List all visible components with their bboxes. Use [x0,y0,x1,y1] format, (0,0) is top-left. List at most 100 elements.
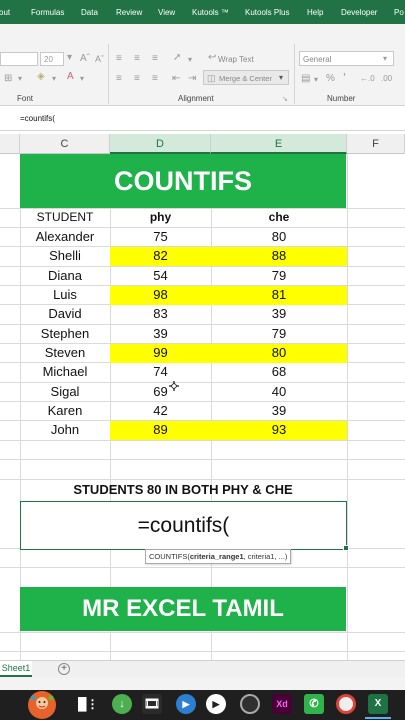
number-format-select[interactable]: General ▾ [299,51,394,66]
font-size-box[interactable]: 20 [40,52,64,66]
che-score: 81 [271,287,287,302]
font-color-dropdown-icon[interactable]: ▾ [80,74,84,84]
title-banner: COUNTIFS [20,154,346,208]
ribbon-separator [294,44,295,104]
tab-formulas[interactable]: Formulas [31,8,64,17]
wrap-text-icon[interactable]: ↩ [208,53,216,63]
ribbon-separator [108,44,109,104]
question-label: STUDENTS 80 IN BOTH PHY & CHE [73,482,293,497]
align-center-icon[interactable]: ≡ [134,74,140,84]
tab-kutools-plus[interactable]: Kutools Plus [245,8,289,17]
add-sheet-button[interactable]: + [58,663,70,675]
orientation-icon[interactable]: ➚ [173,53,181,63]
merge-center-button[interactable]: ◫ Merge & Center ▾ [203,70,289,85]
ribbon-tabs: out Formulas Data Review View Kutools ™ … [0,0,405,24]
torrent-icon[interactable]: ↓ [112,694,132,714]
group-number-label: Number [327,94,356,103]
align-bottom-icon[interactable]: ≡ [152,54,158,64]
accounting-format-icon[interactable]: ▤ [301,74,310,84]
increase-indent-icon[interactable]: ⇥ [188,74,196,84]
select-all-corner[interactable] [0,134,20,154]
increase-font-icon[interactable]: Aˆ [80,54,90,64]
align-top-icon[interactable]: ≡ [116,54,122,64]
column-header-e[interactable]: E [211,134,347,154]
student-name: David [48,306,82,321]
windows-taskbar: █⋮ ↓ 🎞 ▶ ▶ Xd ✆ X [0,690,405,720]
mascot-icon[interactable] [28,691,56,719]
phy-score: 74 [153,364,168,379]
phy-score: 39 [153,326,168,341]
mouse-cursor-icon [169,381,179,391]
header-che: che [268,210,290,224]
font-color-icon[interactable]: A [67,72,74,82]
grid-line [347,154,348,660]
chrome-icon[interactable] [336,694,356,714]
number-format-dropdown-icon: ▾ [383,54,388,63]
tab-data[interactable]: Data [81,8,98,17]
align-left-icon[interactable]: ≡ [116,74,122,84]
formula-input-cell[interactable]: =countifs( [20,501,347,550]
play-icon[interactable]: ▶ [206,694,226,714]
accounting-dropdown-icon[interactable]: ▾ [314,75,318,85]
orientation-dropdown-icon[interactable]: ▾ [188,55,192,65]
alignment-launcher-icon[interactable]: ↘ [282,95,288,105]
phy-score: 82 [153,248,168,263]
tooltip-function-name: COUNTIFS( [149,552,190,561]
align-right-icon[interactable]: ≡ [152,74,158,84]
phy-score: 54 [153,268,168,283]
increase-decimal-icon[interactable]: ←.0 [360,74,375,84]
adobe-xd-icon[interactable]: Xd [272,694,292,714]
excel-icon[interactable]: X [368,694,388,714]
grid-line [0,632,405,633]
phone-link-icon[interactable]: ✆ [304,694,324,714]
tab-power[interactable]: Po [394,8,404,17]
font-name-box[interactable] [0,52,38,66]
function-tooltip[interactable]: COUNTIFS(criteria_range1, criteria1, ...… [145,549,292,564]
che-score: 39 [271,306,287,321]
active-app-indicator [365,717,391,719]
header-phy: phy [149,210,172,224]
formula-input-text: =countifs( [137,514,230,537]
group-font-label: Font [17,94,34,103]
che-score: 79 [271,268,287,283]
formula-bar[interactable]: =countifs( [0,107,405,131]
tab-help[interactable]: Help [307,8,323,17]
number-format-value: General [303,55,332,64]
task-view-icon[interactable]: █⋮ [78,694,99,714]
border-dropdown-icon[interactable]: ▾ [18,74,22,84]
fill-color-icon[interactable]: ◈ [37,72,45,82]
column-header-d[interactable]: D [110,134,211,154]
sheet-tab-bar: Sheet1 + [0,660,405,678]
obs-icon[interactable] [240,694,260,714]
tab-developer[interactable]: Developer [341,8,377,17]
column-headers: C D E F [0,134,405,154]
font-size-dropdown-icon[interactable]: ▾ [67,53,72,63]
student-name: Luis [53,287,77,302]
percent-icon[interactable]: % [326,74,335,84]
phy-score: 75 [153,229,168,244]
decrease-font-icon[interactable]: Aˇ [95,54,104,64]
decrease-decimal-icon[interactable]: .00 [381,74,392,84]
border-icon[interactable]: ⊞ [4,74,12,84]
worksheet-grid[interactable]: COUNTIFS STUDENT phy che Alexander 75 80… [0,154,405,660]
sheet-tab-sheet1[interactable]: Sheet1 [0,661,32,677]
decrease-indent-icon[interactable]: ⇤ [172,74,180,84]
tab-view[interactable]: View [158,8,175,17]
align-middle-icon[interactable]: ≡ [134,54,140,64]
che-score: 79 [271,326,287,341]
che-score: 68 [271,364,287,379]
student-name: Steven [44,345,86,360]
fill-dropdown-icon[interactable]: ▾ [52,74,56,84]
media-player-icon[interactable]: ▶ [176,694,196,714]
grid-line [0,440,405,441]
phy-score: 99 [153,345,168,360]
column-header-f[interactable]: F [347,134,405,154]
tab-layout[interactable]: out [0,8,10,17]
video-editor-icon[interactable]: 🎞 [142,694,162,714]
fill-handle[interactable] [343,545,349,551]
wrap-text-button[interactable]: Wrap Text [218,55,254,64]
tab-review[interactable]: Review [116,8,142,17]
comma-style-icon[interactable]: ’ [343,71,346,84]
column-header-c[interactable]: C [20,134,110,154]
tab-kutools[interactable]: Kutools ™ [192,8,229,17]
